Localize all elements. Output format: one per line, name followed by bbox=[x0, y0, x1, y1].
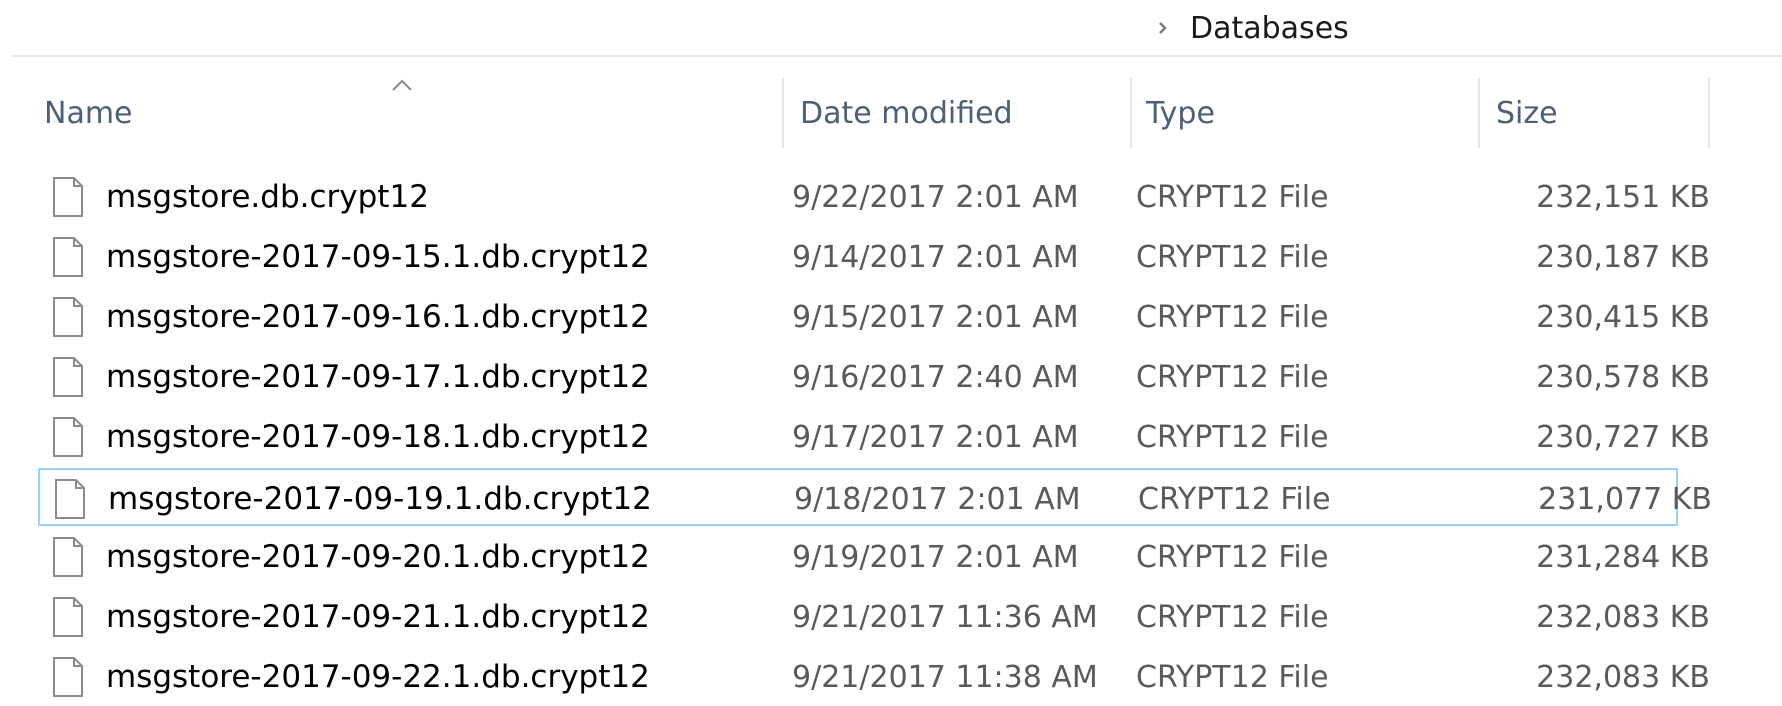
file-size: 232,151 KB bbox=[1536, 179, 1710, 215]
file-size: 231,077 KB bbox=[1538, 481, 1712, 517]
column-resize-handle[interactable] bbox=[782, 78, 784, 148]
file-row[interactable]: msgstore-2017-09-20.1.db.crypt12 9/19/20… bbox=[38, 528, 1710, 586]
file-row[interactable]: msgstore-2017-09-17.1.db.crypt12 9/16/20… bbox=[38, 348, 1710, 406]
breadcrumb-item-databases[interactable]: Databases bbox=[1190, 11, 1349, 46]
generic-file-icon bbox=[53, 297, 83, 337]
file-type: CRYPT12 File bbox=[1136, 539, 1329, 575]
column-resize-handle[interactable] bbox=[1130, 78, 1132, 148]
generic-file-icon bbox=[53, 597, 83, 637]
file-name: msgstore-2017-09-17.1.db.crypt12 bbox=[106, 359, 650, 395]
file-date-modified: 9/22/2017 2:01 AM bbox=[792, 179, 1079, 215]
generic-file-icon bbox=[53, 237, 83, 277]
file-row[interactable]: msgstore-2017-09-18.1.db.crypt12 9/17/20… bbox=[38, 408, 1710, 466]
file-date-modified: 9/21/2017 11:38 AM bbox=[792, 659, 1098, 695]
file-type: CRYPT12 File bbox=[1136, 599, 1329, 635]
generic-file-icon bbox=[53, 657, 83, 697]
file-date-modified: 9/14/2017 2:01 AM bbox=[792, 239, 1079, 275]
generic-file-icon bbox=[55, 479, 85, 519]
column-header-type-label: Type bbox=[1146, 95, 1215, 131]
file-date-modified: 9/18/2017 2:01 AM bbox=[794, 481, 1081, 517]
file-size: 230,727 KB bbox=[1536, 419, 1710, 455]
file-type: CRYPT12 File bbox=[1136, 179, 1329, 215]
column-header-name[interactable]: Name bbox=[44, 74, 784, 152]
file-size: 230,578 KB bbox=[1536, 359, 1710, 395]
file-date-modified: 9/15/2017 2:01 AM bbox=[792, 299, 1079, 335]
generic-file-icon bbox=[53, 537, 83, 577]
column-header-size-label: Size bbox=[1496, 95, 1558, 131]
file-name: msgstore.db.crypt12 bbox=[106, 179, 429, 215]
file-size: 232,083 KB bbox=[1536, 599, 1710, 635]
column-header-name-label: Name bbox=[44, 95, 133, 131]
file-size: 232,083 KB bbox=[1536, 659, 1710, 695]
column-header-size[interactable]: Size bbox=[1496, 74, 1706, 152]
file-type: CRYPT12 File bbox=[1136, 359, 1329, 395]
file-name: msgstore-2017-09-18.1.db.crypt12 bbox=[106, 419, 650, 455]
generic-file-icon bbox=[53, 177, 83, 217]
file-row[interactable]: msgstore.db.crypt12 9/22/2017 2:01 AM CR… bbox=[38, 168, 1710, 226]
column-header-type[interactable]: Type bbox=[1146, 74, 1476, 152]
column-header-date-modified[interactable]: Date modified bbox=[800, 74, 1130, 152]
file-name: msgstore-2017-09-15.1.db.crypt12 bbox=[106, 239, 650, 275]
generic-file-icon bbox=[53, 357, 83, 397]
file-row-selected[interactable]: msgstore-2017-09-19.1.db.crypt12 9/18/20… bbox=[38, 468, 1712, 526]
file-date-modified: 9/17/2017 2:01 AM bbox=[792, 419, 1079, 455]
file-type: CRYPT12 File bbox=[1136, 239, 1329, 275]
file-size: 231,284 KB bbox=[1536, 539, 1710, 575]
file-row[interactable]: msgstore-2017-09-15.1.db.crypt12 9/14/20… bbox=[38, 228, 1710, 286]
file-row[interactable]: msgstore-2017-09-22.1.db.crypt12 9/21/20… bbox=[38, 648, 1710, 706]
file-size: 230,415 KB bbox=[1536, 299, 1710, 335]
breadcrumb: Databases bbox=[1150, 6, 1349, 50]
file-type: CRYPT12 File bbox=[1136, 299, 1329, 335]
file-size: 230,187 KB bbox=[1536, 239, 1710, 275]
column-resize-handle[interactable] bbox=[1708, 78, 1710, 148]
column-header-date-label: Date modified bbox=[800, 95, 1013, 131]
file-row[interactable]: msgstore-2017-09-16.1.db.crypt12 9/15/20… bbox=[38, 288, 1710, 346]
file-type: CRYPT12 File bbox=[1136, 659, 1329, 695]
file-name: msgstore-2017-09-16.1.db.crypt12 bbox=[106, 299, 650, 335]
chevron-right-icon[interactable] bbox=[1150, 15, 1176, 41]
column-header-row: Name Date modified Type Size bbox=[0, 74, 1782, 152]
file-date-modified: 9/19/2017 2:01 AM bbox=[792, 539, 1079, 575]
file-name: msgstore-2017-09-20.1.db.crypt12 bbox=[106, 539, 650, 575]
file-type: CRYPT12 File bbox=[1138, 481, 1331, 517]
toolbar-divider bbox=[12, 55, 1782, 57]
file-row[interactable]: msgstore-2017-09-21.1.db.crypt12 9/21/20… bbox=[38, 588, 1710, 646]
file-name: msgstore-2017-09-19.1.db.crypt12 bbox=[108, 481, 652, 517]
file-date-modified: 9/16/2017 2:40 AM bbox=[792, 359, 1079, 395]
generic-file-icon bbox=[53, 417, 83, 457]
file-type: CRYPT12 File bbox=[1136, 419, 1329, 455]
file-date-modified: 9/21/2017 11:36 AM bbox=[792, 599, 1098, 635]
file-name: msgstore-2017-09-22.1.db.crypt12 bbox=[106, 659, 650, 695]
column-resize-handle[interactable] bbox=[1478, 78, 1480, 148]
file-name: msgstore-2017-09-21.1.db.crypt12 bbox=[106, 599, 650, 635]
